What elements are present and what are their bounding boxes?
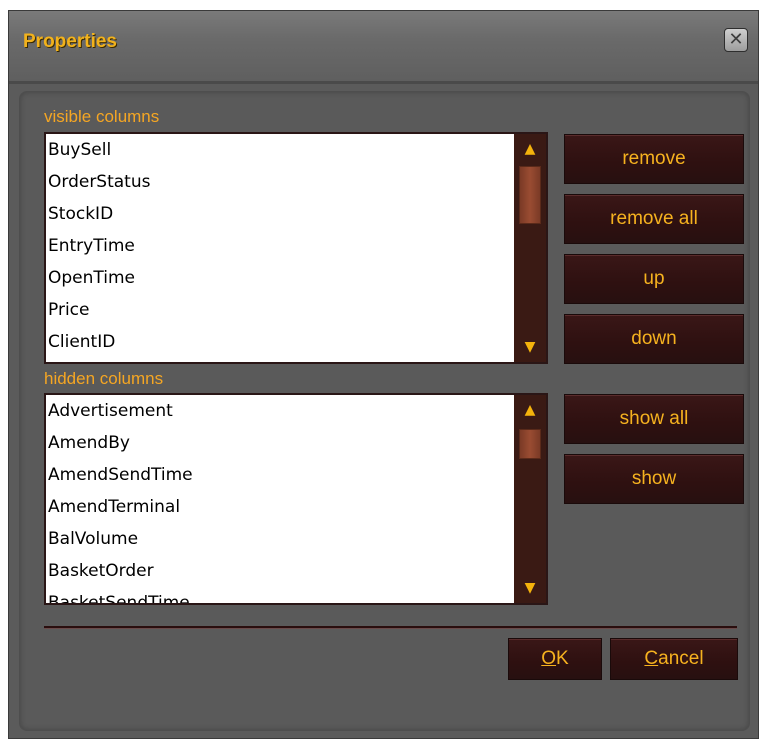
cancel-label-rest: ancel [658,648,704,669]
down-button[interactable]: down [564,314,744,364]
scroll-down-arrow-icon[interactable]: ▼ [514,332,546,362]
ok-button[interactable]: OK [508,638,602,680]
remove-all-button[interactable]: remove all [564,194,744,244]
list-item[interactable]: BasketSendTime [46,587,546,603]
title-bar[interactable]: Properties ✕ [9,11,758,84]
visible-columns-label: visible columns [44,107,160,126]
list-item[interactable]: AmendTerminal [46,491,546,523]
list-item[interactable]: OrderStatus [46,166,546,198]
window-title: Properties [23,31,117,52]
hidden-columns-label: hidden columns [44,369,164,388]
cancel-access-key: C [644,648,659,669]
list-item[interactable]: BasketOrder [46,555,546,587]
close-button[interactable]: ✕ [724,28,748,52]
list-item[interactable]: ClientID [46,326,546,358]
hidden-columns-scrollbar[interactable]: ▲ ▼ [514,395,546,603]
ok-label-rest: K [556,648,569,669]
up-button[interactable]: up [564,254,744,304]
list-item[interactable]: BalVolume [46,523,546,555]
list-item[interactable]: EntryTime [46,230,546,262]
properties-dialog: Properties ✕ visible columns BuySell Ord… [8,10,759,739]
ok-access-key: O [541,648,557,669]
list-item[interactable]: OpenTime [46,262,546,294]
list-item[interactable]: Price [46,294,546,326]
cancel-button[interactable]: Cancel [610,638,738,680]
scroll-up-arrow-icon[interactable]: ▲ [514,134,546,164]
list-item[interactable]: Advertisement [46,395,546,427]
list-item[interactable]: AmendSendTime [46,459,546,491]
show-button[interactable]: show [564,454,744,504]
list-item[interactable]: AmendBy [46,427,546,459]
list-item[interactable]: BuySell [46,134,546,166]
scroll-down-arrow-icon[interactable]: ▼ [514,573,546,603]
scroll-thumb[interactable] [519,166,541,224]
visible-columns-list[interactable]: BuySell OrderStatus StockID EntryTime Op… [44,132,548,364]
divider [44,626,737,629]
list-item[interactable]: StockID [46,198,546,230]
show-all-button[interactable]: show all [564,394,744,444]
scroll-thumb[interactable] [519,429,541,459]
scroll-up-arrow-icon[interactable]: ▲ [514,395,546,425]
columns-panel: visible columns BuySell OrderStatus Stoc… [19,91,750,731]
close-icon: ✕ [728,29,744,50]
visible-columns-scrollbar[interactable]: ▲ ▼ [514,134,546,362]
remove-button[interactable]: remove [564,134,744,184]
hidden-columns-list[interactable]: Advertisement AmendBy AmendSendTime Amen… [44,393,548,605]
